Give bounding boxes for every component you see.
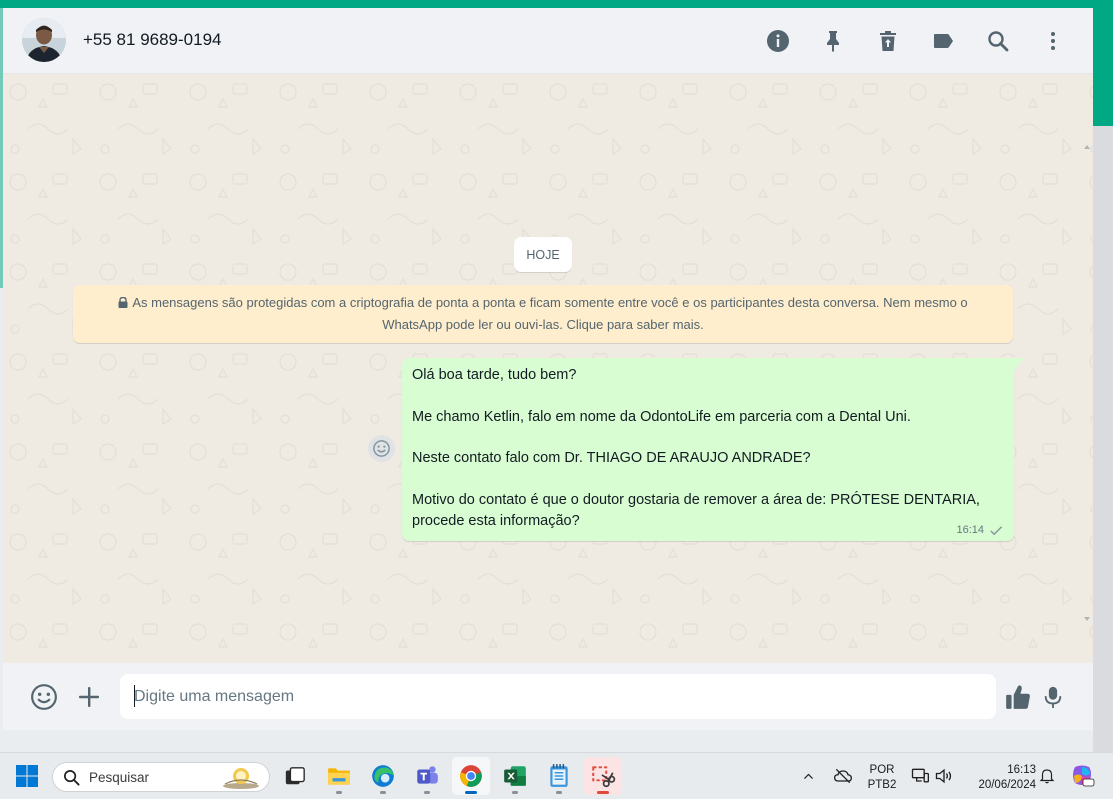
header-actions xyxy=(741,26,1071,56)
outgoing-message-bubble[interactable]: Olá boa tarde, tudo bem? Me chamo Ketlin… xyxy=(402,358,1014,541)
search-icon xyxy=(64,769,80,786)
scroll-down-arrow[interactable] xyxy=(1084,617,1090,621)
window-right-margin xyxy=(1093,126,1113,752)
chat-header[interactable]: +55 81 9689-0194 xyxy=(3,8,1093,74)
active-indicator xyxy=(465,791,477,794)
windows-taskbar: Pesquisar POR PTB2 16:13 20/06/2024 xyxy=(0,752,1113,799)
volume-icon[interactable] xyxy=(930,757,958,795)
microphone-icon[interactable] xyxy=(1036,680,1070,714)
message-meta: 16:14 xyxy=(956,524,1004,536)
search-highlight-icon xyxy=(223,768,259,789)
label-icon[interactable] xyxy=(925,26,961,56)
lock-icon xyxy=(118,297,128,308)
whatsapp-chat-window: +55 81 9689-0194 HOJE As mensagens são p… xyxy=(3,8,1093,730)
pin-icon[interactable] xyxy=(815,26,851,56)
message-composer xyxy=(3,663,1093,730)
emoji-reaction-icon[interactable] xyxy=(368,435,395,462)
running-indicator xyxy=(336,791,342,794)
clock-date: 20/06/2024 xyxy=(978,779,1036,791)
running-indicator xyxy=(424,791,430,794)
language-code: POR xyxy=(869,764,895,776)
copilot-icon[interactable] xyxy=(1064,757,1100,795)
keyboard-language[interactable]: POR PTB2 xyxy=(863,763,901,793)
notepad-icon[interactable] xyxy=(540,757,578,795)
message-input[interactable] xyxy=(120,674,996,719)
running-indicator xyxy=(556,791,562,794)
attach-plus-icon[interactable] xyxy=(72,680,106,714)
file-explorer-icon[interactable] xyxy=(320,757,358,795)
emoji-icon[interactable] xyxy=(27,680,61,714)
clock-time: 16:13 xyxy=(1007,764,1036,776)
taskbar-clock[interactable]: 16:13 20/06/2024 xyxy=(964,763,1036,793)
encryption-notice[interactable]: As mensagens são protegidas com a cripto… xyxy=(73,285,1013,343)
thumbs-up-icon[interactable] xyxy=(1001,680,1035,714)
running-indicator xyxy=(380,791,386,794)
taskbar-search-label: Pesquisar xyxy=(89,769,150,785)
accent-right-strip xyxy=(1093,8,1113,126)
teams-icon[interactable] xyxy=(408,757,446,795)
bubble-tail xyxy=(1014,358,1024,371)
delete-icon[interactable] xyxy=(870,26,906,56)
encryption-notice-text: As mensagens são protegidas com a cripto… xyxy=(132,295,968,332)
contact-avatar[interactable] xyxy=(22,18,66,62)
snipping-tool-icon[interactable] xyxy=(584,757,622,795)
text-caret xyxy=(134,685,135,707)
scroll-up-arrow[interactable] xyxy=(1084,145,1090,149)
search-icon[interactable] xyxy=(980,26,1016,56)
excel-icon[interactable] xyxy=(496,757,534,795)
edge-browser-icon[interactable] xyxy=(364,757,402,795)
message-time: 16:14 xyxy=(956,524,984,536)
windows-start-icon[interactable] xyxy=(8,757,46,795)
chrome-icon[interactable] xyxy=(452,757,490,795)
chevron-up-icon[interactable] xyxy=(793,757,823,795)
single-check-icon xyxy=(990,525,1003,535)
notification-bell-icon[interactable] xyxy=(1033,757,1061,795)
cloud-offline-icon[interactable] xyxy=(828,757,858,795)
contact-name[interactable]: +55 81 9689-0194 xyxy=(83,30,222,50)
keyboard-layout: PTB2 xyxy=(867,779,897,791)
running-indicator xyxy=(597,791,609,794)
menu-icon[interactable] xyxy=(1035,26,1071,56)
info-icon[interactable] xyxy=(760,26,796,56)
taskbar-search[interactable]: Pesquisar xyxy=(52,762,270,792)
date-separator: HOJE xyxy=(514,237,572,272)
accent-top-strip xyxy=(0,0,1113,8)
task-view-icon[interactable] xyxy=(276,757,314,795)
running-indicator xyxy=(512,791,518,794)
message-text: Olá boa tarde, tudo bem? Me chamo Ketlin… xyxy=(412,367,980,529)
